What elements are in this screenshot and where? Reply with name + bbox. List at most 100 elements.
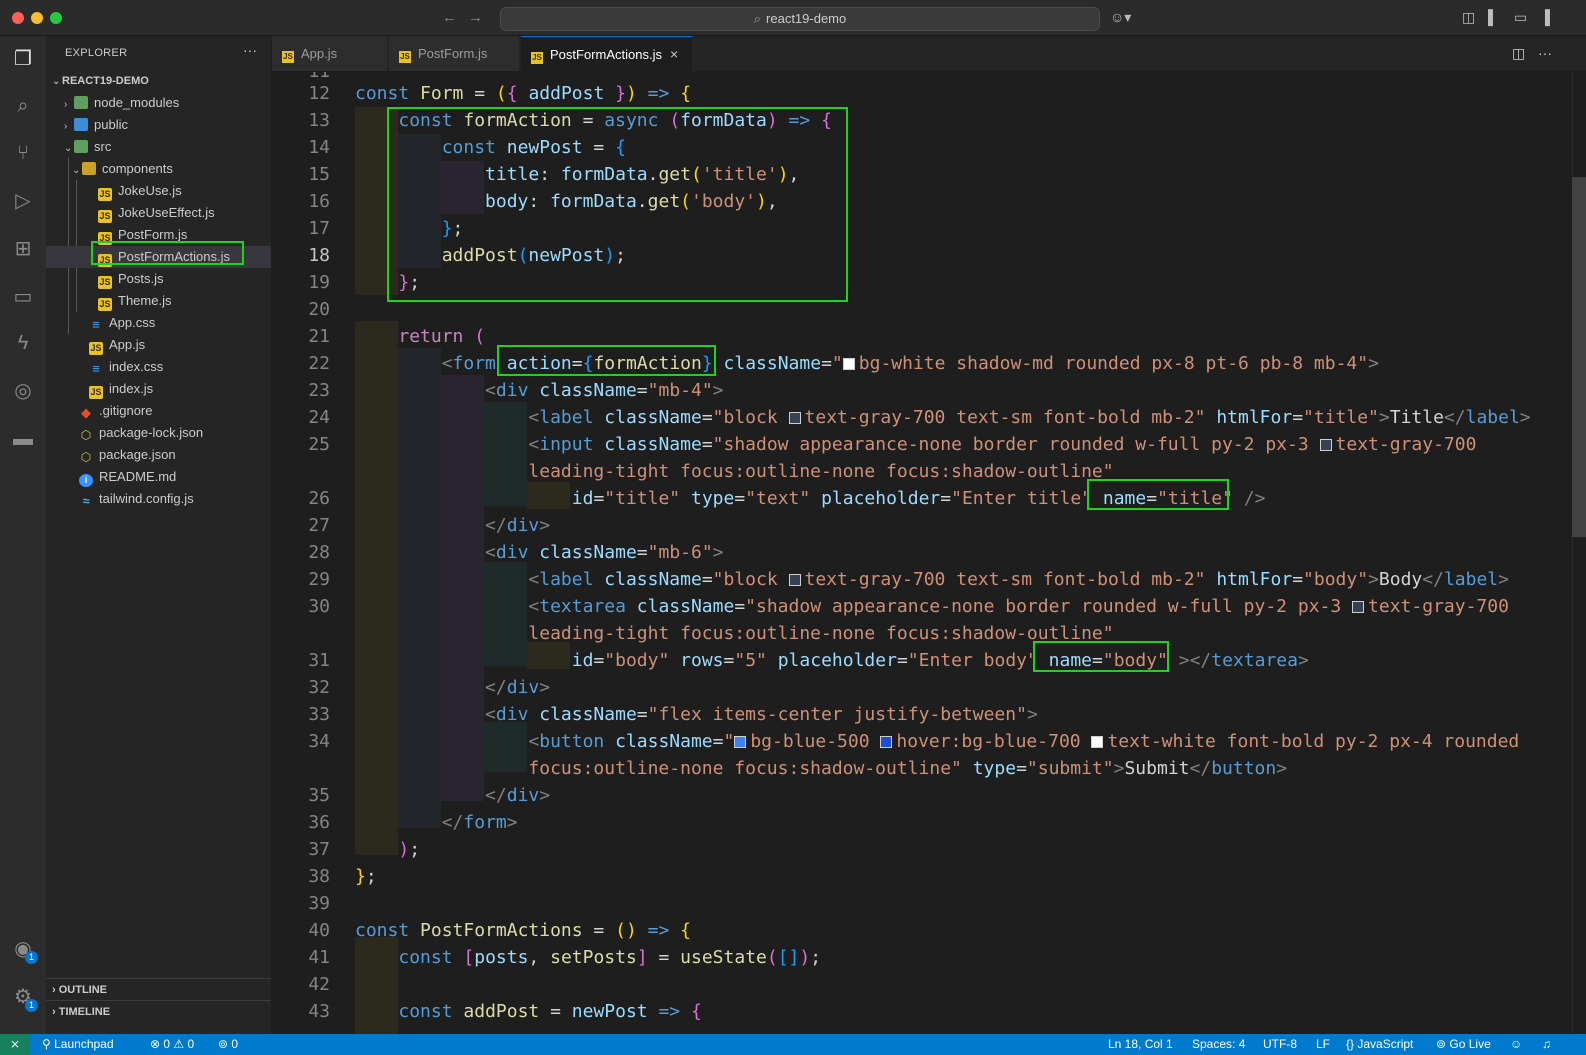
line-number: 35 — [308, 785, 330, 806]
code-line: 36 </form> — [272, 809, 1562, 836]
tab-label: PostFormActions.js — [550, 47, 662, 62]
eol-setting[interactable]: LF — [1316, 1034, 1330, 1055]
remote-indicator-icon[interactable]: ⨯ — [0, 1034, 30, 1055]
js-file-icon: JS — [98, 232, 112, 245]
search-icon: ⌕ — [753, 11, 762, 26]
tree-item-postform[interactable]: JS PostForm.js — [46, 224, 271, 246]
code-line: focus:outline-none focus:shadow-outline"… — [528, 758, 1288, 779]
tree-item-tailwind-config[interactable]: ≈ tailwind.config.js — [46, 488, 271, 510]
tree-item-jokeuseeffect[interactable]: JS JokeUseEffect.js — [46, 202, 271, 224]
tab-postform-js[interactable]: JS PostForm.js — [389, 36, 520, 71]
problems-indicator[interactable]: ⊗ 0 ⚠ 0 — [150, 1034, 194, 1055]
docker-icon[interactable]: ▬ — [0, 422, 46, 456]
split-editor-icon[interactable]: ◫ — [1512, 45, 1525, 62]
toggle-panel-icon[interactable]: ▭ — [1514, 9, 1527, 26]
minimize-window-button[interactable] — [31, 12, 43, 24]
customize-layout-icon[interactable]: ◫ — [1462, 9, 1475, 26]
thunder-client-icon[interactable]: ϟ — [0, 326, 46, 360]
settings-badge: 1 — [25, 999, 38, 1012]
code-line: 23 <div className="mb-4"> — [272, 377, 1562, 404]
toggle-secondary-sidebar-icon[interactable]: ▐ — [1540, 9, 1550, 25]
timeline-section[interactable]: › TIMELINE — [46, 1000, 271, 1022]
accounts-icon[interactable]: ◉ 1 — [0, 932, 46, 966]
line-number: 29 — [308, 569, 330, 590]
tree-item-package-lock[interactable]: ⬡ package-lock.json — [46, 422, 271, 444]
js-file-icon: JS — [531, 52, 543, 64]
forward-arrow-icon[interactable]: → — [468, 9, 483, 26]
extensions-icon[interactable]: ⊞ — [0, 232, 46, 266]
close-tab-icon[interactable]: × — [670, 46, 678, 62]
tree-item-package-json[interactable]: ⬡ package.json — [46, 444, 271, 466]
code-line: 21 return ( — [272, 323, 1562, 350]
more-actions-icon[interactable]: ··· — [243, 42, 257, 58]
tab-postformactions-js[interactable]: JS PostFormActions.js × — [521, 36, 693, 71]
tree-item-theme[interactable]: JS Theme.js — [46, 290, 271, 312]
code-line: 12 const Form = ({ addPost }) => { — [272, 80, 1562, 107]
indentation-setting[interactable]: Spaces: 4 — [1192, 1034, 1245, 1055]
tree-item-public[interactable]: › public — [46, 114, 271, 136]
scrollbar-thumb[interactable] — [1572, 177, 1586, 537]
tree-item-label: node_modules — [94, 95, 180, 110]
line-number: 39 — [308, 893, 330, 914]
tree-item-label: README.md — [99, 469, 177, 484]
tree-item-src[interactable]: ⌄ src — [46, 136, 271, 158]
css-file-icon: ≡ — [92, 317, 100, 332]
editor-scrollbar[interactable] — [1572, 72, 1586, 1034]
line-number: 22 — [308, 353, 330, 374]
source-control-icon[interactable]: ⑂ — [0, 136, 46, 170]
ports-count: 0 — [231, 1037, 239, 1051]
close-window-button[interactable] — [12, 12, 24, 24]
explorer-icon[interactable]: ❐ — [0, 42, 46, 76]
ports-indicator[interactable]: ⊚ 0 — [218, 1034, 238, 1055]
maximize-window-button[interactable] — [50, 12, 62, 24]
notifications-bell-icon[interactable]: ♫ — [1542, 1034, 1551, 1055]
more-actions-icon[interactable]: ··· — [1538, 45, 1552, 61]
tree-item-label: package.json — [99, 447, 176, 462]
timeline-label: TIMELINE — [58, 1006, 111, 1018]
tree-item-node-modules[interactable]: › node_modules — [46, 92, 271, 114]
search-icon[interactable]: ⌕ — [0, 89, 46, 123]
tree-item-label: JokeUse.js — [118, 183, 182, 198]
js-file-icon: JS — [98, 188, 112, 201]
launchpad-button[interactable]: ⚲ Launchpad — [42, 1034, 114, 1055]
command-center-search[interactable]: ⌕ react19-demo — [500, 7, 1100, 31]
line-number: 21 — [308, 326, 330, 347]
tree-item-components[interactable]: ⌄ components — [46, 158, 271, 180]
tree-item-app-js[interactable]: JS App.js — [46, 334, 271, 356]
tree-item-gitignore[interactable]: ◆ .gitignore — [46, 400, 271, 422]
tree-item-posts[interactable]: JS Posts.js — [46, 268, 271, 290]
git-graph-icon[interactable]: ◎ — [0, 374, 46, 408]
project-root[interactable]: ⌄ REACT19-DEMO — [46, 70, 271, 92]
copilot-status-icon[interactable]: ☺ — [1510, 1034, 1522, 1055]
run-debug-icon[interactable]: ▷ — [0, 184, 46, 218]
tree-item-readme[interactable]: i README.md — [46, 466, 271, 488]
language-mode[interactable]: {} JavaScript — [1346, 1034, 1413, 1055]
remote-explorer-icon[interactable]: ▭ — [0, 280, 46, 314]
encoding-setting[interactable]: UTF-8 — [1263, 1034, 1297, 1055]
outline-section[interactable]: › OUTLINE — [46, 978, 271, 1000]
copilot-icon[interactable]: ☺▾ — [1110, 9, 1131, 26]
chevron-down-icon: ⌄ — [72, 165, 81, 176]
code-line: 31 id="body" rows="5" placeholder="Enter… — [272, 647, 1562, 674]
settings-gear-icon[interactable]: ⚙ 1 — [0, 980, 46, 1014]
tree-item-postformactions[interactable]: JS PostFormActions.js — [46, 246, 271, 268]
toggle-primary-sidebar-icon[interactable]: ▌ — [1488, 9, 1498, 25]
tree-item-jokeuse[interactable]: JS JokeUse.js — [46, 180, 271, 202]
tree-item-app-css[interactable]: ≡ App.css — [46, 312, 271, 334]
language-label: JavaScript — [1357, 1037, 1414, 1051]
line-number: 20 — [308, 299, 330, 320]
go-live-label: Go Live — [1449, 1037, 1491, 1051]
tab-app-js[interactable]: JS App.js — [272, 36, 388, 71]
rocket-icon: ⚲ — [42, 1037, 55, 1051]
line-number: 34 — [308, 731, 330, 752]
tree-item-index-js[interactable]: JS index.js — [46, 378, 271, 400]
code-editor[interactable]: 11 12const Form = ({ addPost }) => { 13 … — [272, 72, 1586, 1034]
go-live-button[interactable]: ⊚ Go Live — [1436, 1034, 1491, 1055]
tree-item-index-css[interactable]: ≡ index.css — [46, 356, 271, 378]
line-number: 27 — [308, 515, 330, 536]
title-bar: ← → ⌕ react19-demo ☺▾ ◫ ▌ ▭ ▐ — [0, 0, 1586, 36]
code-line: 22 <form action={formAction} className="… — [272, 350, 1562, 377]
project-name: REACT19-DEMO — [62, 75, 149, 87]
cursor-position[interactable]: Ln 18, Col 1 — [1108, 1034, 1173, 1055]
back-arrow-icon[interactable]: ← — [442, 9, 457, 26]
